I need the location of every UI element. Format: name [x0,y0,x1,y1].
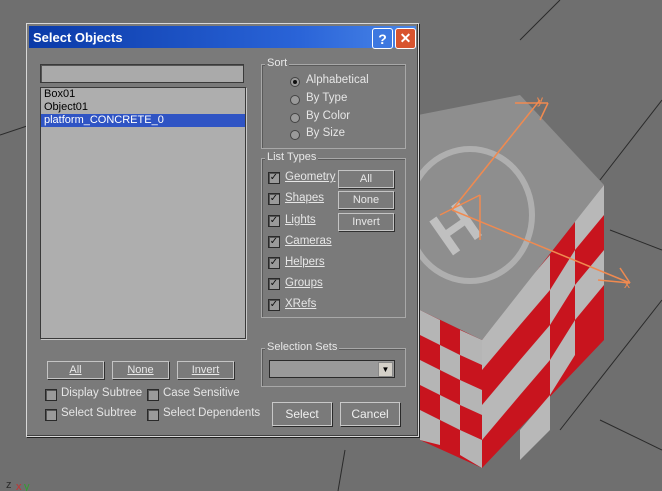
select-button[interactable]: Select [272,402,332,426]
sort-by-size-radio[interactable] [290,130,300,140]
list-all-button[interactable]: All [47,361,104,379]
case-sensitive-label: Case Sensitive [163,387,240,399]
gizmo-y-label: y [537,93,543,107]
selection-sets-label: Selection Sets [265,341,340,353]
sort-by-size-label: By Size [306,127,345,139]
xrefs-label: XRefs [285,298,317,310]
axis-tripod-x: x [16,481,22,491]
sort-by-color-radio[interactable] [290,113,300,123]
selection-sets-dropdown[interactable]: ▼ [269,360,395,378]
axis-tripod-y: y [24,481,30,491]
geometry-checkbox[interactable]: ✓ [268,172,280,184]
groups-label: Groups [285,277,323,289]
list-types-group-label: List Types [265,151,319,163]
case-sensitive-checkbox[interactable] [147,389,159,401]
cancel-button[interactable]: Cancel [340,402,400,426]
types-none-button[interactable]: None [338,191,394,209]
list-item[interactable]: Object01 [41,101,245,114]
shapes-checkbox[interactable]: ✓ [268,193,280,205]
list-item-selected[interactable]: platform_CONCRETE_0 [41,114,245,127]
object-name-input[interactable] [40,64,244,83]
geometry-label: Geometry [285,171,336,183]
types-invert-button[interactable]: Invert [338,213,394,231]
helpers-label: Helpers [285,256,325,268]
cameras-label: Cameras [285,235,332,247]
cameras-checkbox[interactable]: ✓ [268,236,280,248]
select-objects-dialog: Select Objects ? ✕ Box01 Object01 platfo… [26,23,419,437]
sort-by-type-label: By Type [306,92,348,104]
help-icon: ? [378,30,387,47]
sort-by-color-label: By Color [306,110,351,122]
select-dependents-label: Select Dependents [163,407,261,419]
select-subtree-checkbox[interactable] [45,409,57,421]
sort-by-type-radio[interactable] [290,95,300,105]
groups-checkbox[interactable]: ✓ [268,278,280,290]
display-subtree-checkbox[interactable] [45,389,57,401]
sort-alphabetical-label: Alphabetical [306,74,369,86]
close-button[interactable]: ✕ [395,28,416,49]
sort-alphabetical-radio[interactable] [290,77,300,87]
sort-group-label: Sort [265,57,290,69]
select-subtree-label: Select Subtree [61,407,137,419]
title-bar[interactable]: Select Objects ? ✕ [29,26,416,49]
list-item[interactable]: Box01 [41,88,245,101]
lights-label: Lights [285,214,316,226]
list-invert-button[interactable]: Invert [177,361,234,379]
display-subtree-label: Display Subtree [61,387,143,399]
axis-tripod-z: z [6,479,12,491]
xrefs-checkbox[interactable]: ✓ [268,299,280,311]
gizmo-x-label: x [624,277,630,291]
chevron-down-icon[interactable]: ▼ [378,362,393,377]
help-button[interactable]: ? [372,28,393,49]
helpers-checkbox[interactable]: ✓ [268,257,280,269]
close-icon: ✕ [399,30,412,46]
list-none-button[interactable]: None [112,361,169,379]
shapes-label: Shapes [285,192,325,204]
select-dependents-checkbox[interactable] [147,409,159,421]
types-all-button[interactable]: All [338,170,394,188]
object-list[interactable]: Box01 Object01 platform_CONCRETE_0 [40,87,246,339]
lights-checkbox[interactable]: ✓ [268,215,280,227]
dialog-title: Select Objects [33,30,123,45]
